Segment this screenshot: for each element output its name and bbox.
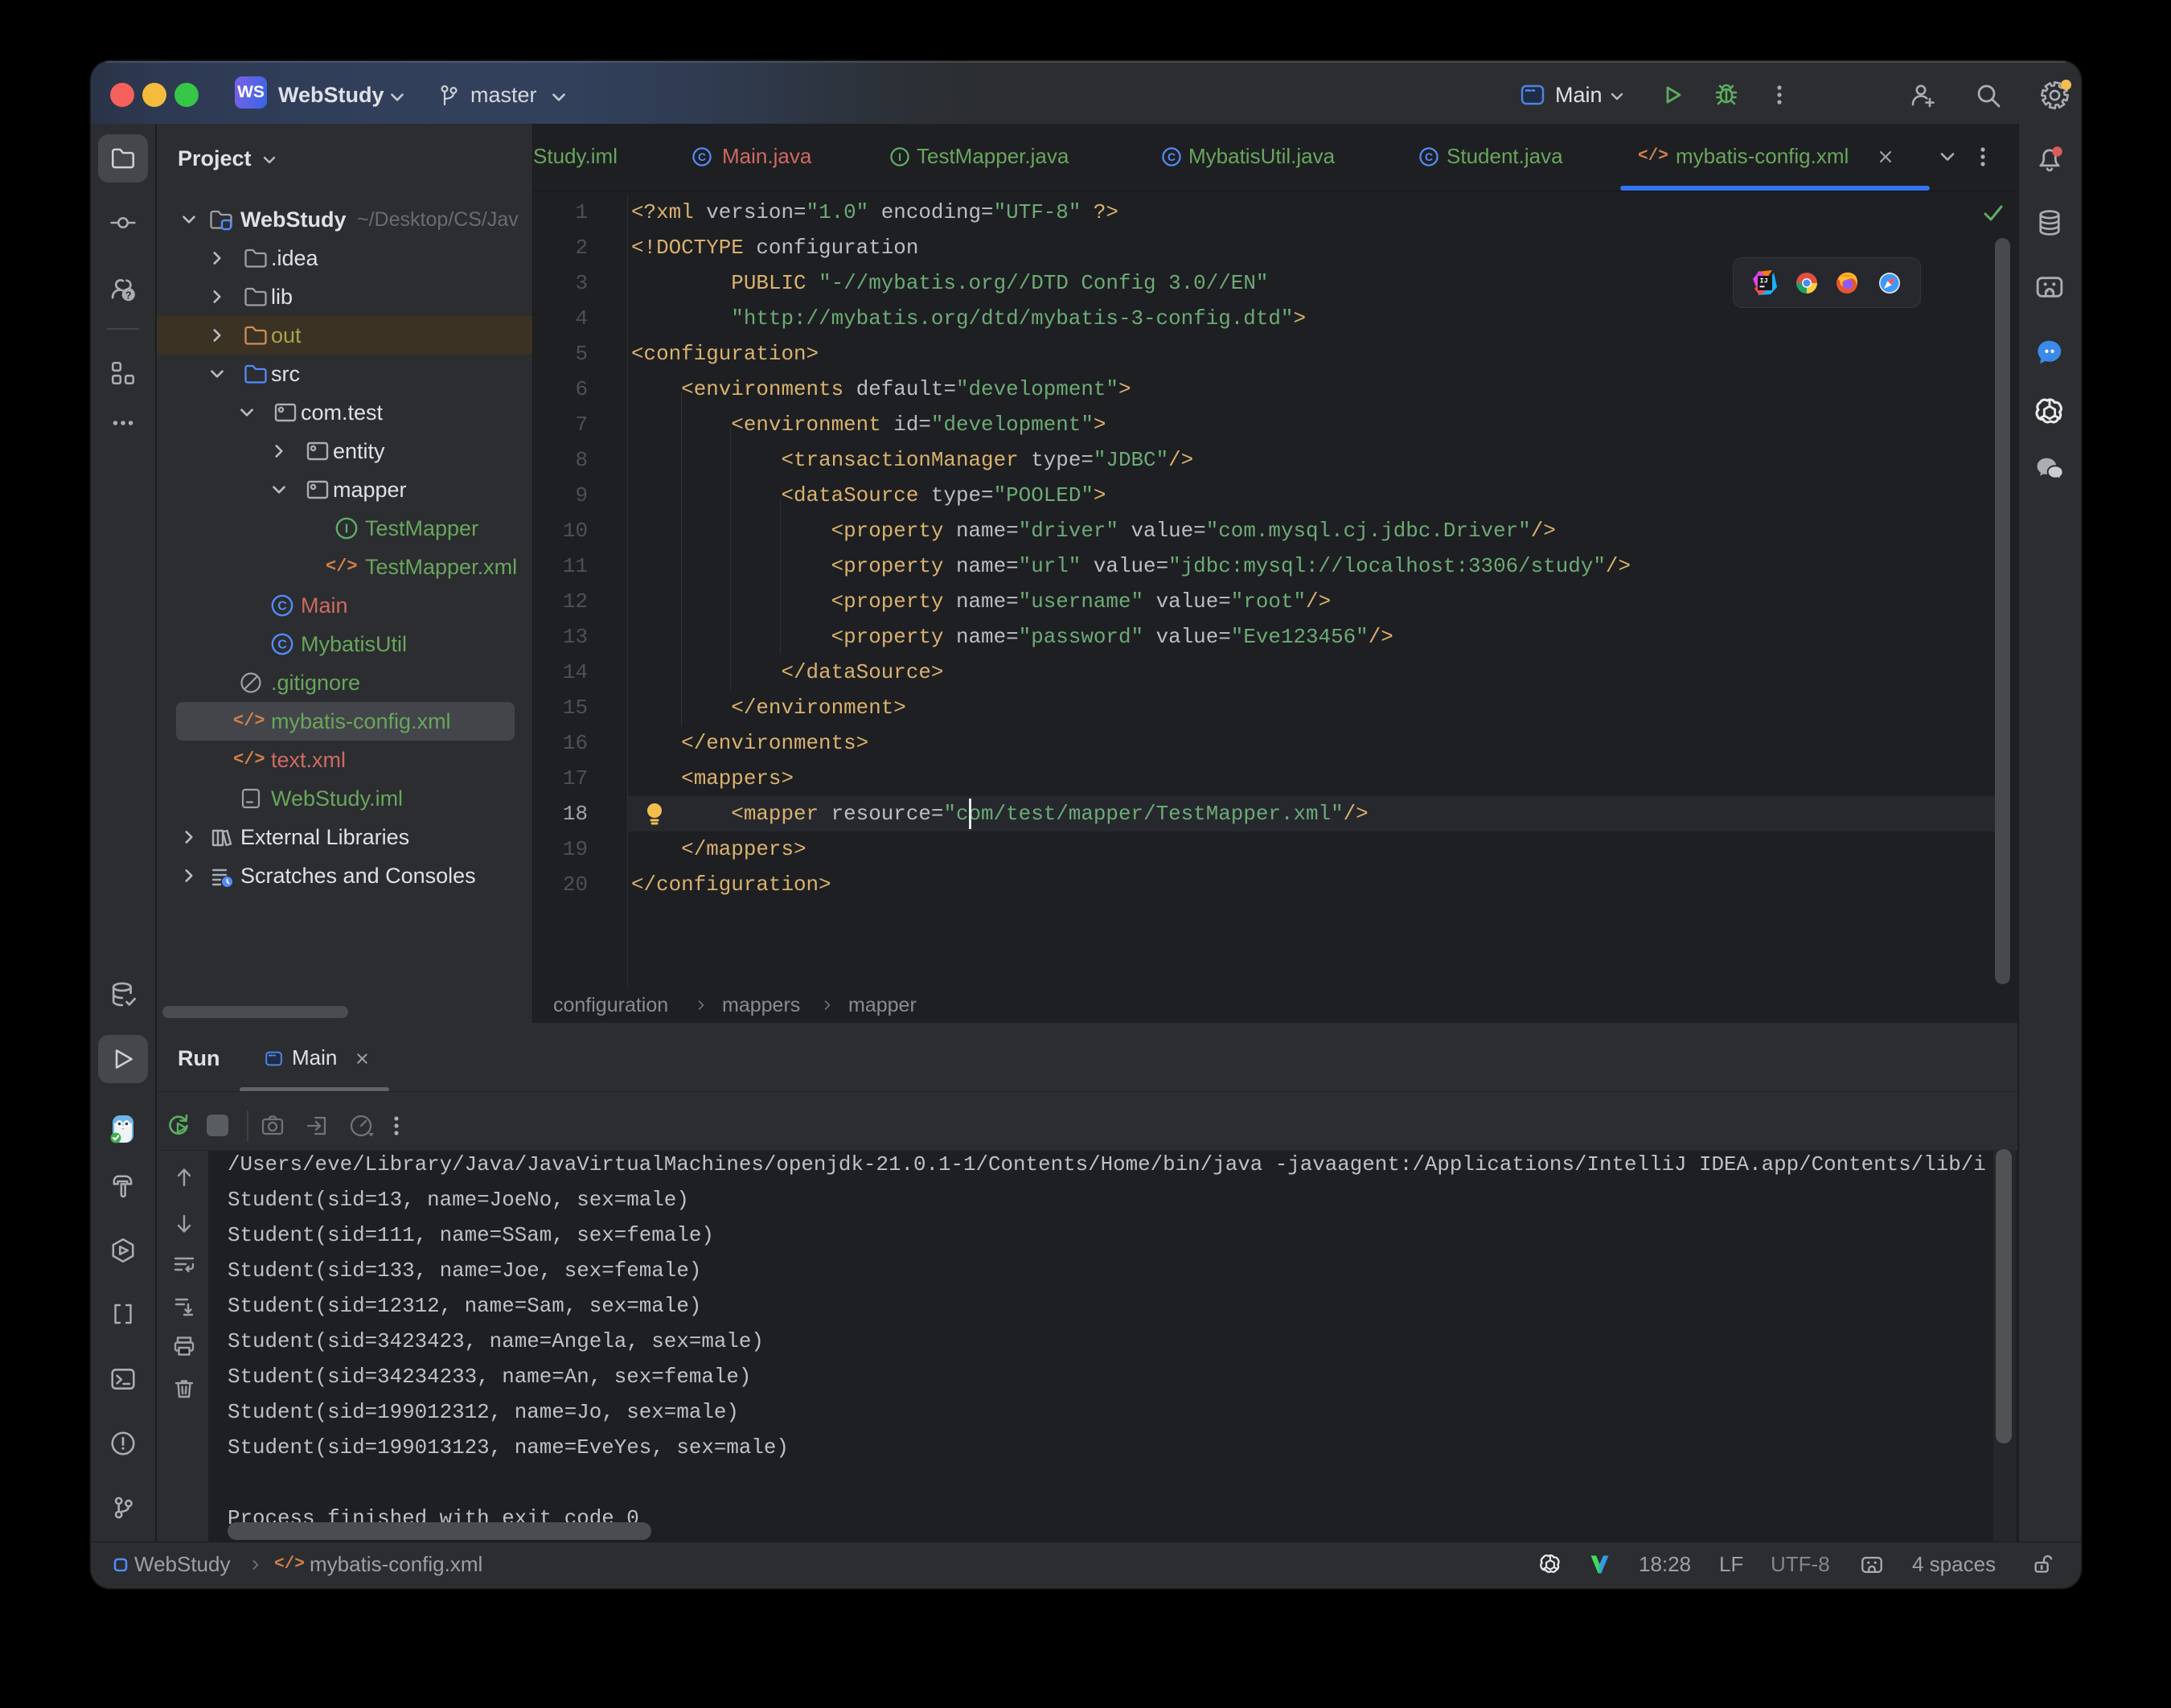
svg-text:I: I (898, 150, 901, 163)
svg-text:C: C (1168, 150, 1176, 163)
svg-text:C: C (698, 150, 706, 163)
svg-text:C: C (277, 600, 287, 614)
svg-text:I: I (345, 523, 348, 536)
svg-text:IJ: IJ (1760, 277, 1768, 285)
svg-text:C: C (1425, 150, 1433, 163)
svg-text:?: ? (125, 289, 132, 301)
svg-text:C: C (277, 638, 287, 652)
